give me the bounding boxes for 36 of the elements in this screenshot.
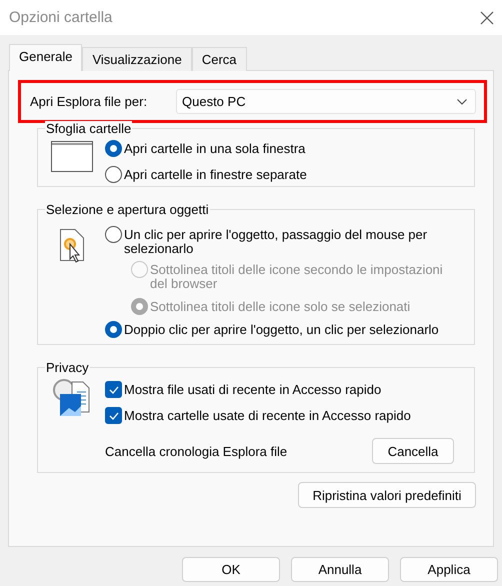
radio-button[interactable]	[105, 321, 122, 338]
document-cursor-icon	[58, 229, 86, 264]
radio-label: Apri cartelle in una sola finestra	[124, 140, 306, 156]
radio-label: Un clic per aprire l'oggetto, passaggio del mouse per selezionarlo	[124, 226, 428, 256]
dropdown[interactable]: Questo PC	[176, 89, 476, 114]
checkbox[interactable]	[105, 407, 122, 424]
radio-label: Apri cartelle in finestre separate	[124, 166, 307, 182]
radio-button[interactable]	[105, 140, 122, 157]
field-label: Apri Esplora file per:	[30, 94, 148, 109]
caret-icon	[457, 98, 467, 104]
radio-label: Sottolinea titoli delle icone solo se selezionati	[150, 298, 410, 314]
checkbox-label: Mostra file usati di recente in Accesso rapido	[124, 381, 382, 397]
window-title: Opzioni cartella	[9, 9, 112, 26]
checkbox-label: Mostra cartelle usate di recente in Accesso rapido	[124, 407, 411, 423]
clear-history-label: Cancella cronologia Esplora file	[105, 444, 288, 458]
checkbox[interactable]	[105, 381, 122, 398]
radio-label: Doppio clic per aprire l'oggetto, un clic per selezionarlo	[124, 321, 439, 337]
recent-files-icon	[52, 378, 92, 418]
clear-button[interactable]: Cancella	[372, 438, 454, 464]
radio-label: Sottolinea titoli delle icone secondo le impostazioni del browser	[150, 261, 444, 291]
dialog-button[interactable]: Annulla	[291, 557, 389, 582]
radio-button[interactable]	[105, 226, 122, 243]
tab[interactable]: Cerca	[192, 47, 247, 71]
group-title: Selezione e apertura oggetti	[45, 203, 210, 216]
close-icon[interactable]	[480, 10, 494, 24]
group-title: Privacy	[45, 361, 90, 374]
tab[interactable]: Visualizzazione	[82, 47, 192, 71]
radio-button[interactable]	[105, 166, 122, 183]
window-icon	[50, 141, 92, 172]
dialog-button[interactable]: OK	[182, 557, 280, 582]
restore-defaults-button[interactable]: Ripristina valori predefiniti	[298, 482, 476, 508]
check-icon	[108, 412, 118, 420]
group-title: Sfoglia cartelle	[45, 121, 132, 136]
tab[interactable]: Generale	[9, 44, 82, 71]
check-icon	[108, 386, 118, 394]
dialog-button[interactable]: Applica	[400, 557, 498, 582]
